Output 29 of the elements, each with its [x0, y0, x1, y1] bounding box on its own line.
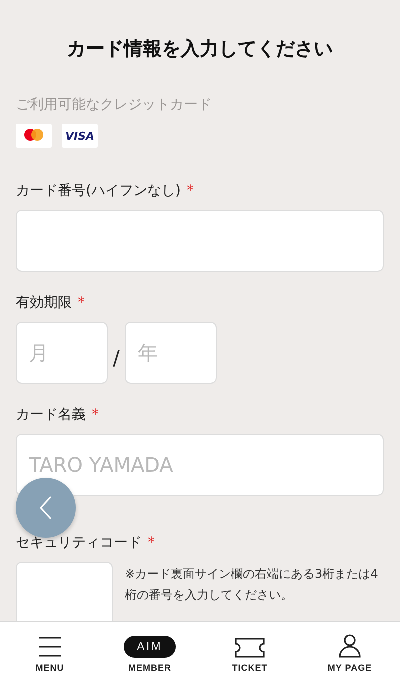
nav-button[interactable]: MENU — [0, 622, 100, 683]
field-label: セキュリティコード — [16, 534, 142, 552]
field-label: カード名義 — [16, 406, 86, 424]
separator: / — [112, 346, 121, 370]
nav-button[interactable]: MY PAGE — [300, 622, 400, 683]
back-button[interactable] — [16, 478, 76, 538]
visa-logo: VISA — [62, 124, 98, 148]
nav-button[interactable]: AIM MEMBER — [100, 622, 200, 683]
required-mark: * — [186, 183, 194, 199]
month-field[interactable]: 月 — [16, 322, 108, 384]
required-mark: * — [148, 535, 155, 551]
person-icon — [339, 634, 361, 658]
section-label: ご利用可能なクレジットカード — [16, 96, 213, 114]
field-label: 有効期限 — [16, 294, 72, 312]
menu-icon — [38, 636, 62, 658]
field-label: カード番号(ハイフンなし) — [16, 182, 181, 200]
logo: AIM — [124, 636, 176, 658]
ticket-icon — [235, 638, 265, 658]
card-number-field[interactable] — [16, 210, 384, 272]
card-name-field[interactable]: TARO YAMADA — [16, 434, 384, 496]
security-code-note: ※カード裏面サイン欄の右端にある3桁または4桁の番号を入力してください。 — [125, 566, 380, 604]
mastercard-logo — [16, 124, 52, 148]
security-code-field[interactable] — [16, 562, 113, 621]
required-mark: * — [92, 407, 99, 423]
year-field[interactable]: 年 — [125, 322, 217, 384]
required-mark: * — [78, 295, 85, 311]
chevron-left-icon — [38, 495, 54, 521]
nav-button[interactable]: TICKET — [200, 622, 300, 683]
page-title: カード情報を入力してください — [66, 37, 334, 62]
